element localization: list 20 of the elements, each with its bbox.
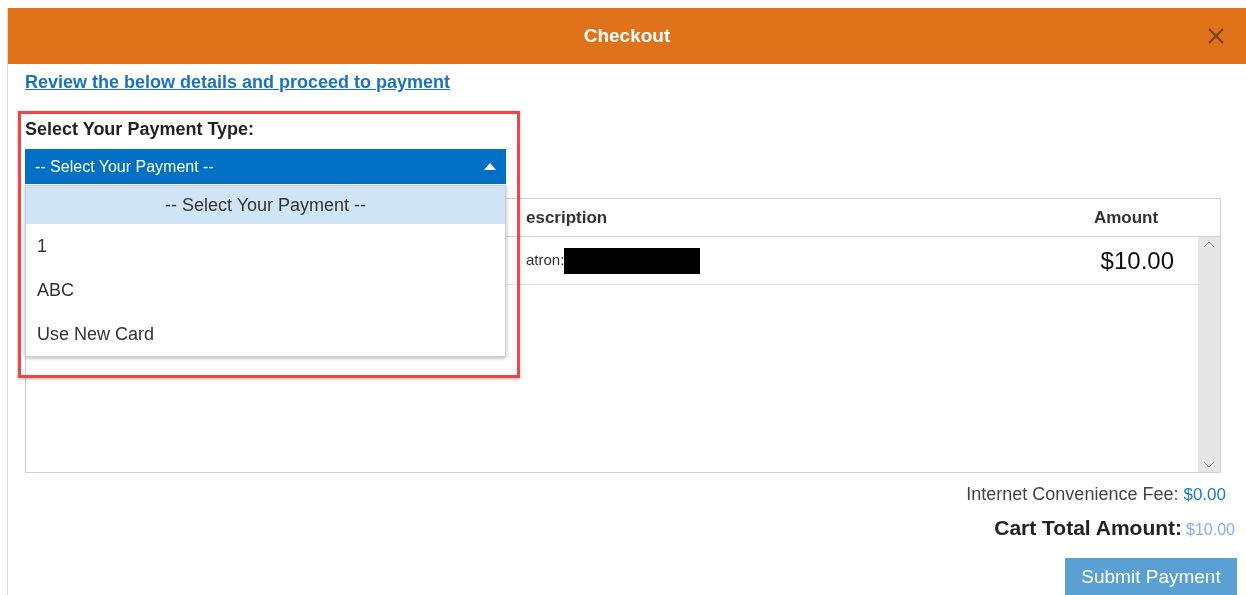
fee-value: $0.00 bbox=[1183, 484, 1226, 506]
payment-select[interactable]: -- Select Your Payment -- bbox=[25, 149, 506, 184]
scroll-up-icon[interactable] bbox=[1203, 241, 1215, 248]
payment-option[interactable]: Use New Card bbox=[26, 312, 505, 356]
review-link[interactable]: Review the below details and proceed to payment bbox=[25, 69, 451, 96]
column-header: Amount bbox=[1092, 206, 1160, 229]
dialog-title: Checkout bbox=[583, 23, 671, 48]
column-header: escription bbox=[526, 207, 608, 227]
caret-up-icon bbox=[484, 163, 496, 170]
payment-option[interactable]: 1 bbox=[26, 224, 505, 268]
payment-option[interactable]: ABC bbox=[26, 268, 505, 312]
total-value: $10.00 bbox=[1186, 520, 1235, 540]
close-icon[interactable] bbox=[1206, 26, 1226, 46]
description-cell-text: atron: bbox=[526, 250, 565, 271]
amount-cell-text: $10.00 bbox=[1099, 245, 1175, 276]
fee-label: Internet Convenience Fee: bbox=[966, 483, 1179, 506]
total-label: Cart Total Amount: bbox=[994, 515, 1183, 541]
scroll-down-icon[interactable] bbox=[1203, 461, 1215, 468]
payment-type-label: Select Your Payment Type: bbox=[25, 118, 255, 141]
payment-option[interactable]: -- Select Your Payment -- bbox=[26, 186, 505, 224]
